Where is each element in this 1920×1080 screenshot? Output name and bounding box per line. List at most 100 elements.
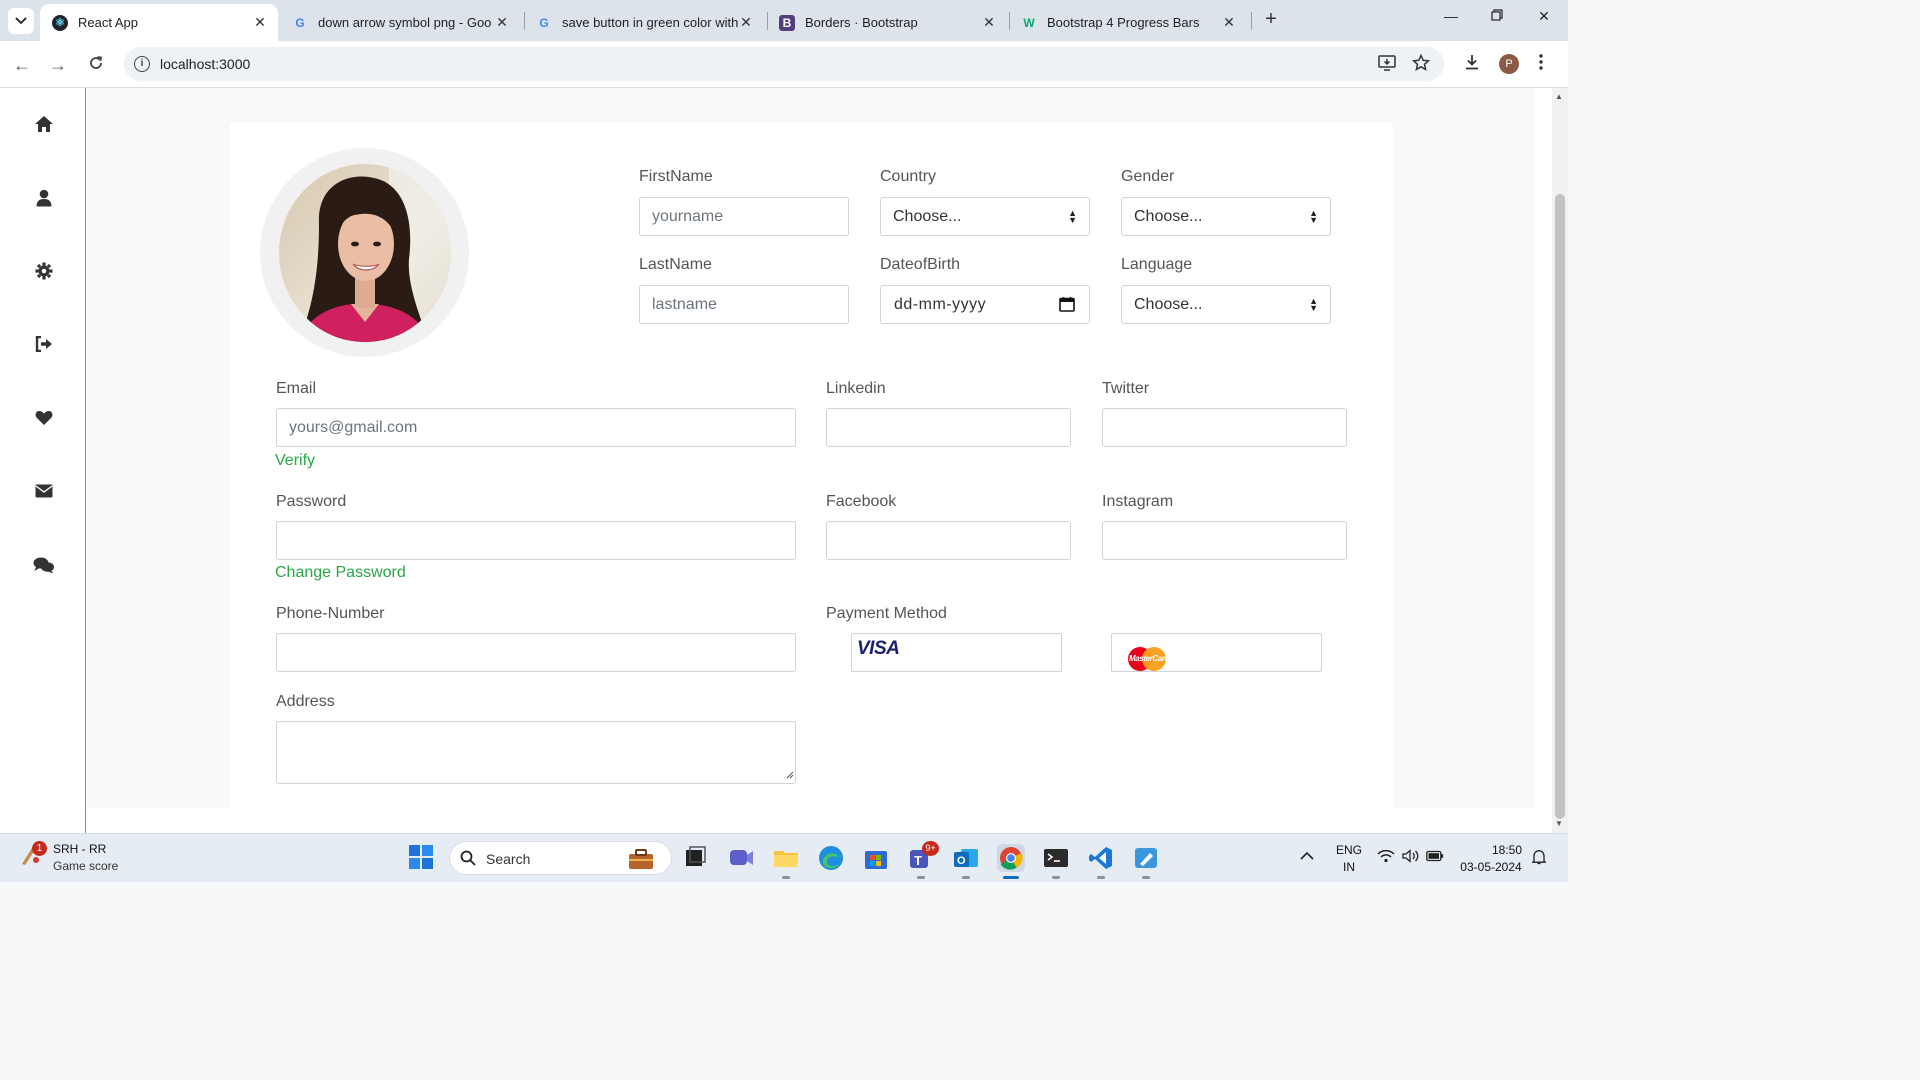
paint-icon[interactable] bbox=[1132, 844, 1160, 872]
phone-input[interactable] bbox=[276, 633, 796, 672]
tab-strip: ⚛ React App ✕ G down arrow symbol png - … bbox=[0, 0, 1568, 41]
app-running-indicator bbox=[1097, 876, 1105, 879]
more-menu-icon[interactable] bbox=[1538, 53, 1544, 76]
tab-bootstrap-borders[interactable]: B Borders · Bootstrap ✕ bbox=[767, 4, 1007, 41]
chrome-icon[interactable] bbox=[997, 844, 1025, 872]
language-indicator[interactable]: ENG IN bbox=[1334, 843, 1364, 874]
gender-label: Gender bbox=[1121, 168, 1175, 185]
clock-date: 03-05-2024 bbox=[1460, 860, 1522, 874]
app-running-indicator bbox=[1142, 876, 1150, 879]
resize-grip-icon[interactable] bbox=[786, 771, 794, 779]
user-icon[interactable] bbox=[30, 184, 58, 212]
email-field[interactable] bbox=[276, 408, 796, 447]
reload-button[interactable] bbox=[84, 53, 108, 77]
file-explorer-icon[interactable] bbox=[772, 844, 800, 872]
instagram-input[interactable] bbox=[1102, 521, 1347, 560]
scroll-up-icon[interactable]: ▲ bbox=[1555, 92, 1563, 101]
bookmark-star-icon[interactable] bbox=[1411, 53, 1431, 77]
svg-text:O: O bbox=[957, 855, 966, 867]
app-running-indicator bbox=[917, 876, 925, 879]
teams-meet-icon[interactable] bbox=[727, 844, 755, 872]
back-button[interactable]: ← bbox=[10, 53, 34, 77]
close-window-button[interactable]: ✕ bbox=[1529, 8, 1559, 25]
lastname-label: LastName bbox=[639, 256, 712, 273]
home-icon[interactable] bbox=[30, 110, 58, 138]
scroll-down-icon[interactable]: ▼ bbox=[1555, 819, 1563, 828]
url-text[interactable]: localhost:3000 bbox=[160, 56, 250, 72]
wifi-icon[interactable] bbox=[1377, 849, 1395, 866]
close-icon[interactable]: ✕ bbox=[738, 14, 754, 31]
new-tab-button[interactable]: + bbox=[1260, 8, 1282, 30]
google-icon: G bbox=[295, 15, 305, 30]
close-icon[interactable]: ✕ bbox=[1221, 14, 1237, 31]
forward-button[interactable]: → bbox=[46, 53, 70, 77]
profile-photo[interactable] bbox=[260, 148, 469, 357]
country-select[interactable]: Choose... ▲ ▼ bbox=[880, 197, 1090, 236]
windows-start-icon[interactable] bbox=[408, 844, 436, 872]
clock[interactable]: 18:50 03-05-2024 bbox=[1456, 843, 1526, 874]
profile-avatar[interactable]: P bbox=[1499, 54, 1519, 74]
comments-icon[interactable] bbox=[30, 551, 58, 579]
linkedin-input[interactable] bbox=[826, 408, 1071, 447]
tab-search-button[interactable] bbox=[8, 8, 34, 34]
minimize-button[interactable]: — bbox=[1436, 8, 1466, 24]
change-password-link[interactable]: Change Password bbox=[275, 564, 406, 582]
tab-title: down arrow symbol png - Goo bbox=[318, 15, 492, 30]
heart-icon[interactable] bbox=[30, 404, 58, 432]
tab-title: React App bbox=[78, 15, 138, 30]
microsoft-store-icon[interactable] bbox=[862, 844, 890, 872]
firstname-input[interactable] bbox=[639, 197, 849, 236]
tab-react-app[interactable]: ⚛ React App ✕ bbox=[40, 4, 278, 41]
app-running-indicator bbox=[1052, 876, 1060, 879]
downloads-icon[interactable] bbox=[1463, 53, 1481, 76]
tab-progress-bars[interactable]: W Bootstrap 4 Progress Bars ✕ bbox=[1009, 4, 1247, 41]
language-top: ENG bbox=[1335, 843, 1362, 857]
tab-google-search-1[interactable]: G down arrow symbol png - Goo ✕ bbox=[280, 4, 520, 41]
visa-payment-option[interactable]: VISA bbox=[851, 633, 1062, 672]
task-view-icon[interactable] bbox=[682, 844, 710, 872]
dob-input[interactable]: dd-mm-yyyy bbox=[880, 285, 1090, 324]
gear-icon[interactable] bbox=[30, 257, 58, 285]
password-field[interactable] bbox=[276, 521, 796, 560]
calendar-icon[interactable] bbox=[1059, 296, 1075, 312]
lastname-input[interactable] bbox=[639, 285, 849, 324]
page-scrollbar[interactable]: ▲ ▼ bbox=[1552, 88, 1568, 833]
volume-icon[interactable] bbox=[1402, 849, 1420, 866]
weather-subtitle[interactable]: Game score bbox=[53, 859, 118, 873]
terminal-icon[interactable] bbox=[1042, 844, 1070, 872]
windows-taskbar: 1 SRH - RR Game score Search T 9+ O ENG … bbox=[0, 833, 1568, 882]
close-icon[interactable]: ✕ bbox=[252, 14, 268, 31]
gender-select[interactable]: Choose... ▲ ▼ bbox=[1121, 197, 1331, 236]
show-hidden-icons[interactable] bbox=[1300, 848, 1314, 864]
twitter-input[interactable] bbox=[1102, 408, 1347, 447]
outlook-icon[interactable]: O bbox=[952, 844, 980, 872]
react-icon: ⚛ bbox=[52, 14, 68, 31]
teams-badge: 9+ bbox=[922, 841, 939, 856]
edge-icon[interactable] bbox=[817, 844, 845, 872]
vscode-icon[interactable] bbox=[1087, 844, 1115, 872]
instagram-label: Instagram bbox=[1102, 493, 1174, 510]
site-info-icon[interactable]: i bbox=[134, 56, 150, 72]
envelope-icon[interactable] bbox=[30, 477, 58, 505]
battery-icon[interactable] bbox=[1426, 850, 1444, 865]
sign-out-icon[interactable] bbox=[30, 330, 58, 358]
clock-time: 18:50 bbox=[1491, 843, 1522, 857]
taskbar-search[interactable]: Search bbox=[449, 841, 672, 875]
address-bar[interactable]: i localhost:3000 bbox=[124, 47, 1444, 81]
tab-google-search-2[interactable]: G save button in green color with ✕ bbox=[524, 4, 764, 41]
language-select[interactable]: Choose... ▲ ▼ bbox=[1121, 285, 1331, 324]
close-icon[interactable]: ✕ bbox=[494, 14, 510, 31]
address-textarea[interactable] bbox=[276, 721, 796, 784]
close-icon[interactable]: ✕ bbox=[981, 14, 997, 31]
facebook-input[interactable] bbox=[826, 521, 1071, 560]
tab-title: Bootstrap 4 Progress Bars bbox=[1047, 15, 1200, 30]
install-app-icon[interactable] bbox=[1378, 54, 1396, 77]
country-select-value: Choose... bbox=[893, 208, 962, 225]
scroll-thumb[interactable] bbox=[1555, 194, 1565, 819]
mastercard-payment-option[interactable]: MasterCard bbox=[1111, 633, 1322, 672]
verify-link[interactable]: Verify bbox=[275, 452, 315, 470]
restore-button[interactable] bbox=[1482, 8, 1512, 24]
notification-bell-icon[interactable] bbox=[1531, 849, 1547, 868]
phone-label: Phone-Number bbox=[276, 605, 385, 622]
weather-title[interactable]: SRH - RR bbox=[53, 842, 106, 856]
